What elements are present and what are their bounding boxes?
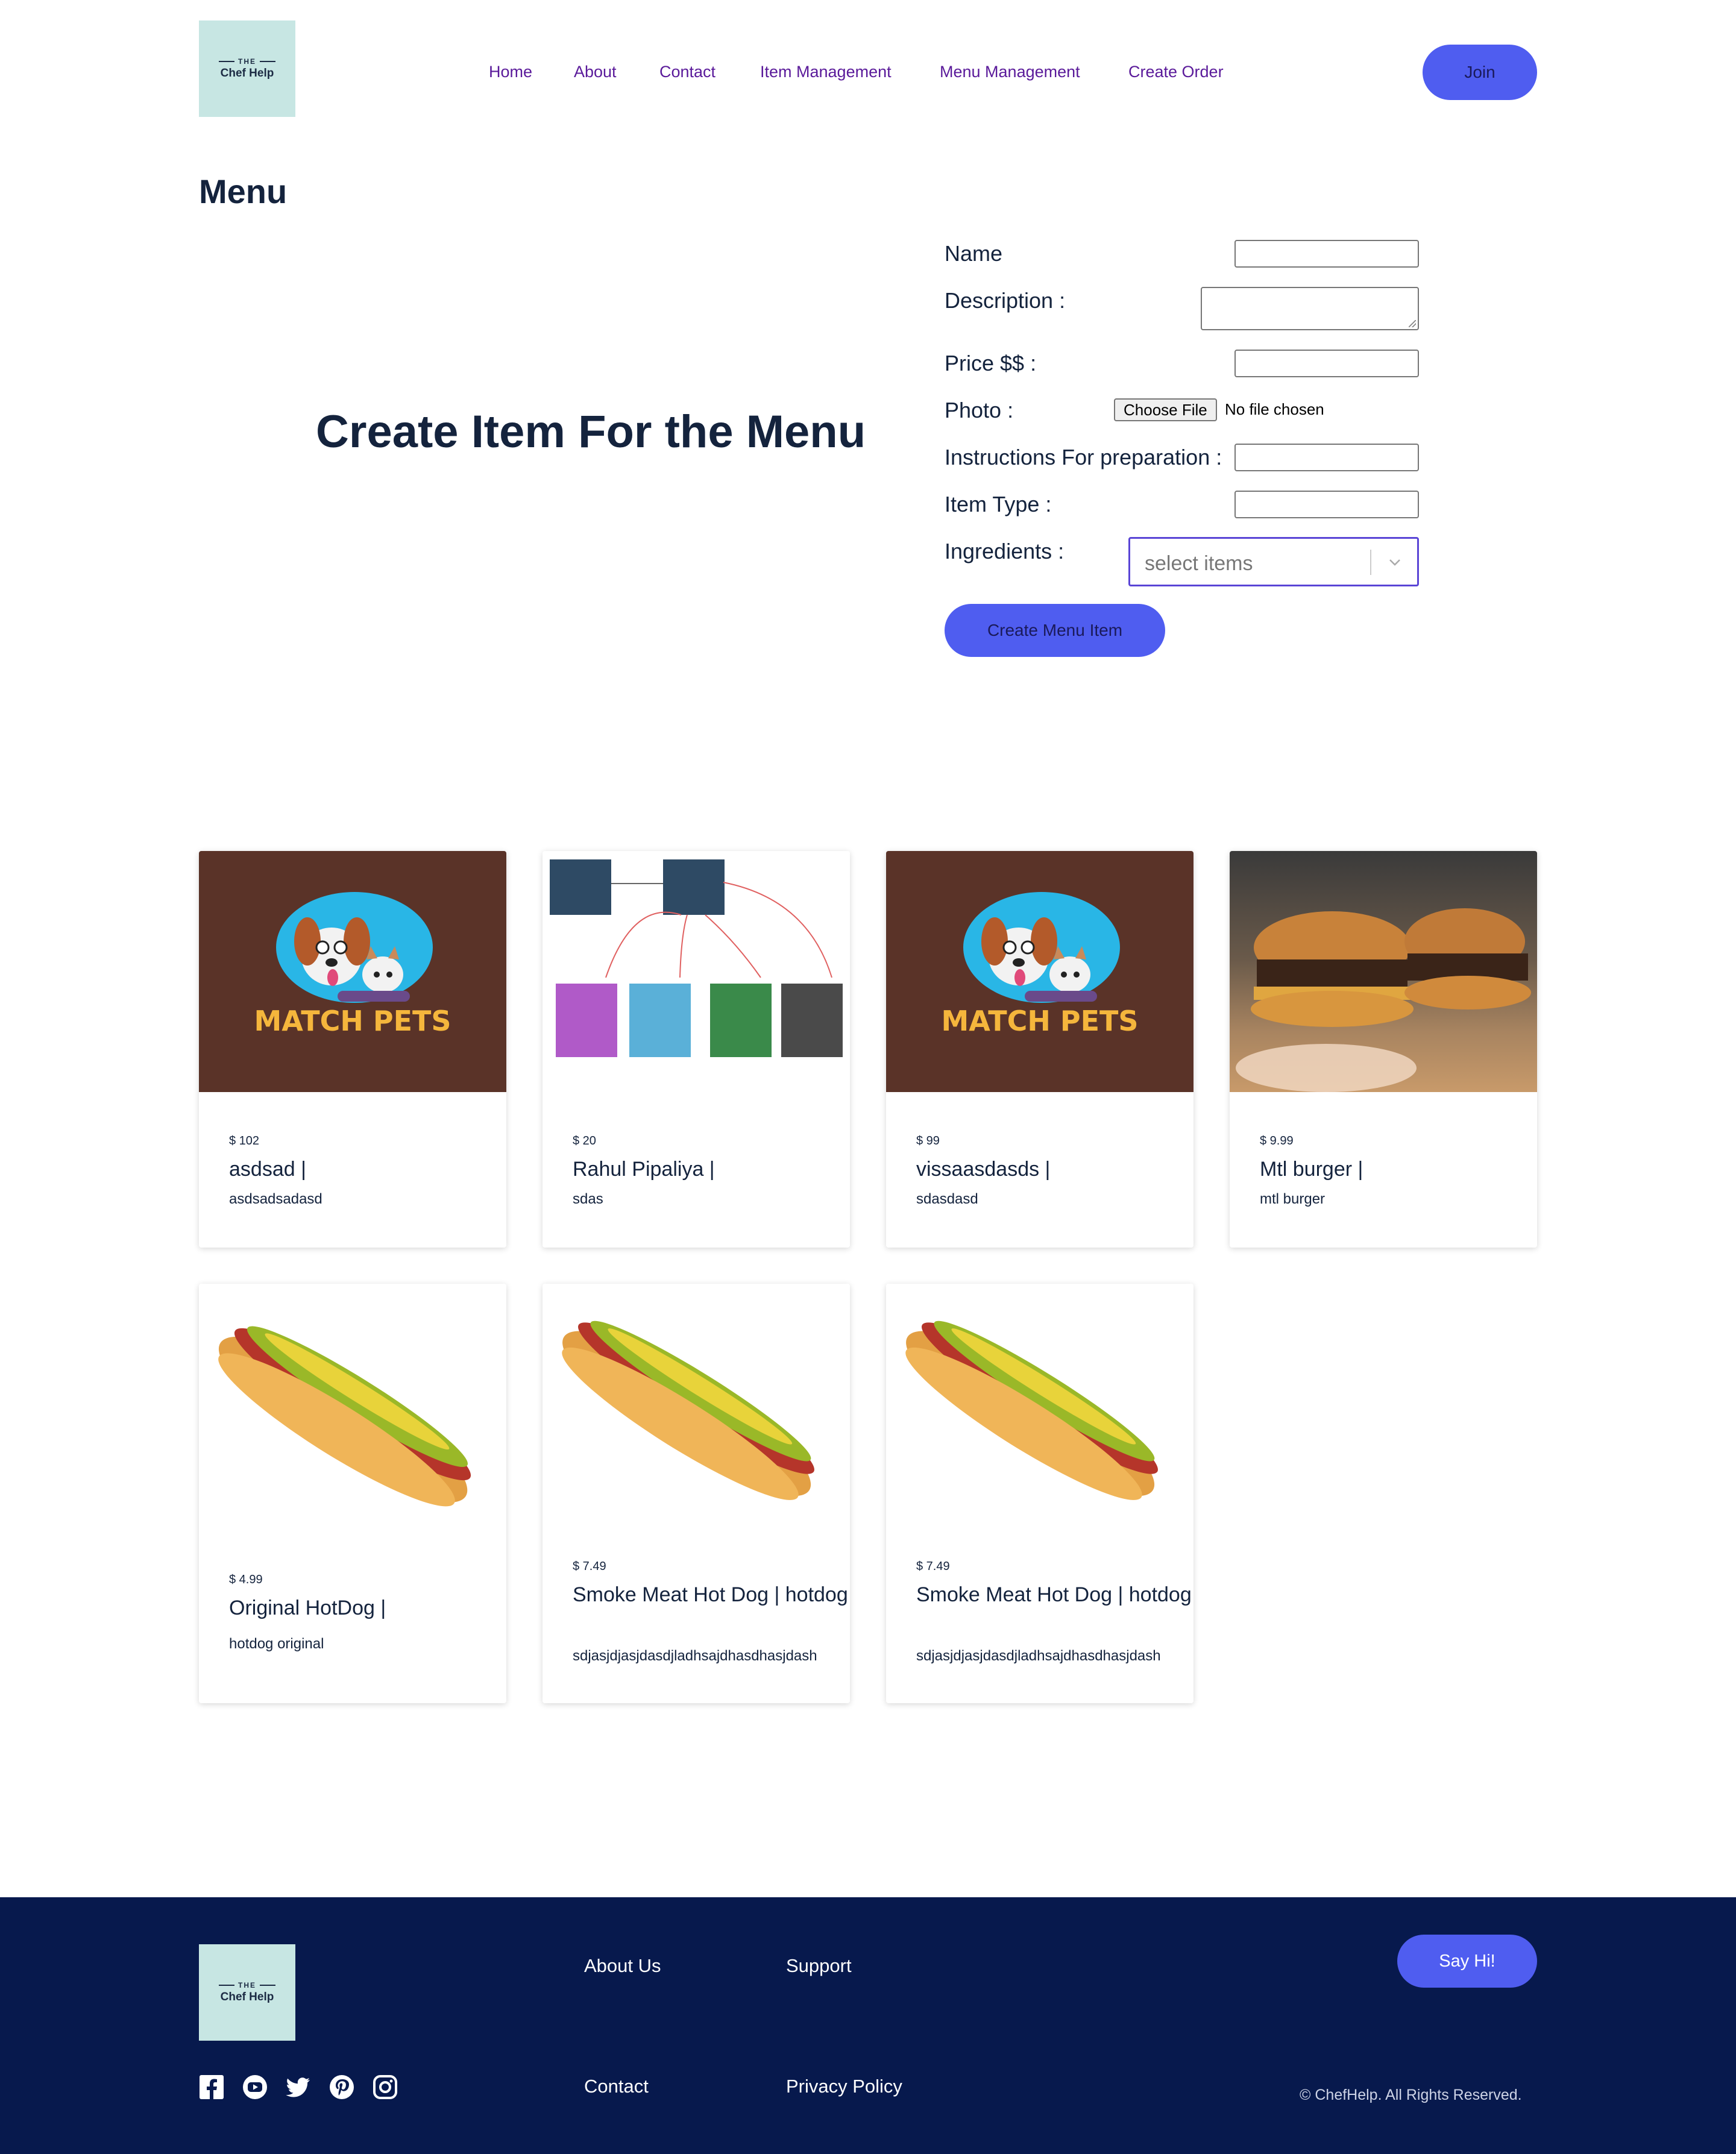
- nav-contact[interactable]: Contact: [659, 63, 715, 81]
- item-description: sdasdasd: [916, 1191, 978, 1207]
- logo-brand-text: Chef Help: [220, 1991, 274, 2003]
- item-price: $ 20: [573, 1134, 596, 1148]
- item-description: sdjasjdjasjdasdjladhsajdhasdhasjdash: [573, 1648, 817, 1664]
- match-pets-image: MATCH PETS: [199, 851, 506, 1092]
- page-title: Menu: [199, 172, 288, 210]
- instructions-label: Instructions For preparation :: [945, 445, 1222, 469]
- nav-create-order[interactable]: Create Order: [1128, 63, 1224, 81]
- item-price: $ 4.99: [229, 1573, 263, 1586]
- pets-logo-text: MATCH PETS: [941, 1005, 1138, 1037]
- menu-item-card[interactable]: MATCH PETS $ 99 vissaasdasds | sdasdasd: [886, 851, 1194, 1248]
- item-name: Original HotDog |: [229, 1597, 386, 1619]
- create-menu-item-button[interactable]: Create Menu Item: [945, 604, 1165, 657]
- nav-home[interactable]: Home: [489, 63, 532, 81]
- twitter-icon[interactable]: [286, 2074, 311, 2100]
- hotdog-image: [886, 1284, 1194, 1525]
- item-price: $ 9.99: [1260, 1134, 1294, 1148]
- hotdog-image: [199, 1284, 506, 1537]
- logo-the-text: THE: [219, 1981, 275, 1989]
- item-description: mtl burger: [1260, 1191, 1326, 1207]
- youtube-icon[interactable]: [242, 2074, 268, 2100]
- item-name: Smoke Meat Hot Dog | hotdog: [573, 1583, 848, 1606]
- footer-link-about-us[interactable]: About Us: [584, 1955, 661, 1977]
- copyright-text: © ChefHelp. All Rights Reserved.: [1300, 2086, 1522, 2103]
- facebook-icon[interactable]: [199, 2074, 224, 2100]
- item-description: asdsadsadasd: [229, 1191, 322, 1207]
- name-label: Name: [945, 241, 1003, 266]
- price-label: Price $$ :: [945, 351, 1037, 375]
- ingredients-placeholder: select items: [1145, 552, 1253, 575]
- nav-about[interactable]: About: [574, 63, 617, 81]
- choose-file-button[interactable]: Choose File: [1114, 398, 1217, 421]
- item-name: vissaasdasds |: [916, 1158, 1051, 1181]
- ingredients-label: Ingredients :: [945, 539, 1065, 564]
- menu-item-card[interactable]: $ 9.99 Mtl burger | mtl burger: [1230, 851, 1537, 1248]
- chevron-down-icon[interactable]: [1386, 553, 1404, 571]
- pets-logo-text: MATCH PETS: [254, 1005, 451, 1037]
- uml-diagram-image: [542, 851, 850, 1092]
- say-hi-button[interactable]: Say Hi!: [1397, 1935, 1537, 1988]
- menu-item-card[interactable]: $ 7.49 Smoke Meat Hot Dog | hotdog sdjas…: [542, 1284, 850, 1703]
- menu-item-card[interactable]: MATCH PETS $ 102 asdsad | asdsadsadasd: [199, 851, 506, 1248]
- menu-item-card[interactable]: $ 7.49 Smoke Meat Hot Dog | hotdog sdjas…: [886, 1284, 1194, 1703]
- footer-link-contact[interactable]: Contact: [584, 2076, 649, 2097]
- price-input[interactable]: [1234, 350, 1419, 377]
- hero-title: Create Item For the Menu: [316, 406, 866, 457]
- item-description: sdjasjdjasjdasdjladhsajdhasdhasjdash: [916, 1648, 1161, 1664]
- file-status-text: No file chosen: [1225, 400, 1324, 418]
- nav-menu-management[interactable]: Menu Management: [940, 63, 1080, 81]
- item-description: hotdog original: [229, 1636, 324, 1652]
- name-input[interactable]: [1234, 240, 1419, 268]
- instructions-input[interactable]: [1234, 444, 1419, 471]
- ingredients-select[interactable]: select items: [1128, 537, 1419, 586]
- burger-image: [1230, 851, 1537, 1092]
- menu-item-card[interactable]: $ 20 Rahul Pipaliya | sdas: [542, 851, 850, 1248]
- item-name: asdsad |: [229, 1158, 306, 1181]
- join-button[interactable]: Join: [1423, 45, 1537, 100]
- item-price: $ 102: [229, 1134, 260, 1148]
- pinterest-icon[interactable]: [329, 2074, 354, 2100]
- item-price: $ 99: [916, 1134, 940, 1148]
- description-textarea[interactable]: [1201, 287, 1419, 330]
- menu-item-card[interactable]: $ 4.99 Original HotDog | hotdog original: [199, 1284, 506, 1703]
- footer-link-support[interactable]: Support: [786, 1955, 852, 1977]
- description-label: Description :: [945, 288, 1066, 313]
- item-price: $ 7.49: [573, 1560, 606, 1573]
- photo-label: Photo :: [945, 398, 1014, 422]
- item-name: Mtl burger |: [1260, 1158, 1363, 1181]
- instagram-icon[interactable]: [373, 2074, 398, 2100]
- item-name: Smoke Meat Hot Dog | hotdog: [916, 1583, 1192, 1606]
- footer-logo[interactable]: THE Chef Help: [199, 1944, 295, 2041]
- select-separator: [1370, 550, 1371, 575]
- nav-item-management[interactable]: Item Management: [760, 63, 892, 81]
- item-description: sdas: [573, 1191, 603, 1207]
- item-type-input[interactable]: [1234, 491, 1419, 518]
- match-pets-image: MATCH PETS: [886, 851, 1194, 1092]
- footer-link-privacy-policy[interactable]: Privacy Policy: [786, 2076, 902, 2097]
- item-name: Rahul Pipaliya |: [573, 1158, 715, 1181]
- hotdog-image: [542, 1284, 850, 1525]
- item-type-label: Item Type :: [945, 492, 1052, 517]
- item-price: $ 7.49: [916, 1560, 950, 1573]
